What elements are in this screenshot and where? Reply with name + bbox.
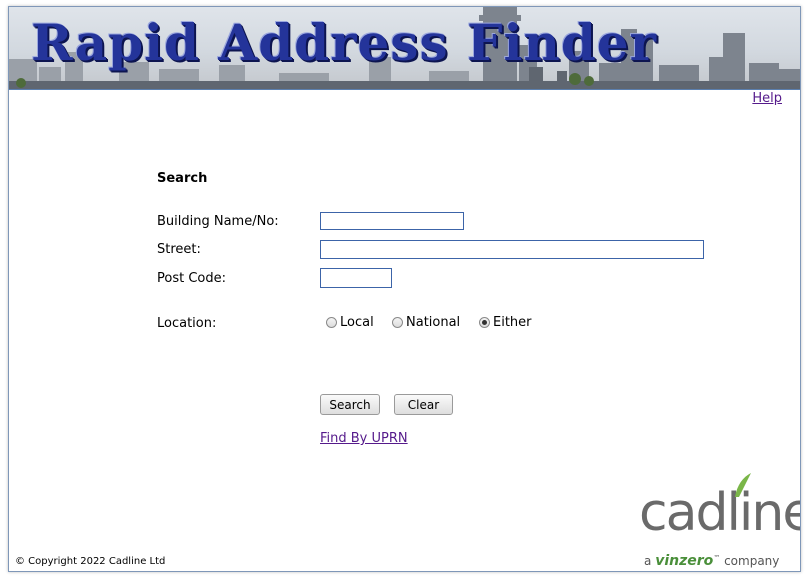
cadline-logo: cadline [639, 487, 800, 539]
street-label: Street: [157, 242, 201, 257]
location-radio-national[interactable]: National [392, 315, 460, 330]
location-radio-either[interactable]: Either [479, 315, 532, 330]
trademark-mark: ™ [713, 554, 721, 562]
search-heading: Search [157, 171, 208, 186]
header-banner: Rapid Address Finder [9, 7, 800, 90]
copyright-text: © Copyright 2022 Cadline Ltd [15, 556, 166, 567]
radio-national-label: National [406, 315, 461, 330]
location-radio-local[interactable]: Local [326, 315, 374, 330]
building-input[interactable] [320, 212, 464, 230]
radio-local[interactable] [326, 317, 337, 328]
postcode-label: Post Code: [157, 271, 226, 286]
tagline-prefix: a [644, 554, 652, 568]
building-label: Building Name/No: [157, 214, 279, 229]
vinzero-tagline: a vinzero™ company [644, 553, 779, 569]
location-label: Location: [157, 316, 217, 331]
cadline-logo-text: cadline [639, 483, 801, 543]
clear-button[interactable]: Clear [394, 394, 453, 415]
help-link[interactable]: Help [752, 91, 782, 106]
leaf-icon [735, 473, 751, 497]
find-by-uprn-link[interactable]: Find By UPRN [320, 431, 408, 446]
search-button[interactable]: Search [320, 394, 380, 415]
radio-either[interactable] [479, 317, 490, 328]
street-input[interactable] [320, 240, 704, 259]
app-title: Rapid Address Finder [31, 13, 657, 72]
vinzero-brand: vinzero [655, 553, 714, 569]
postcode-input[interactable] [320, 268, 392, 288]
radio-national[interactable] [392, 317, 403, 328]
page-frame: Rapid Address Finder Help Search Buildin… [8, 6, 801, 572]
tagline-suffix: company [724, 554, 780, 568]
radio-either-label: Either [493, 315, 532, 330]
radio-local-label: Local [340, 315, 374, 330]
